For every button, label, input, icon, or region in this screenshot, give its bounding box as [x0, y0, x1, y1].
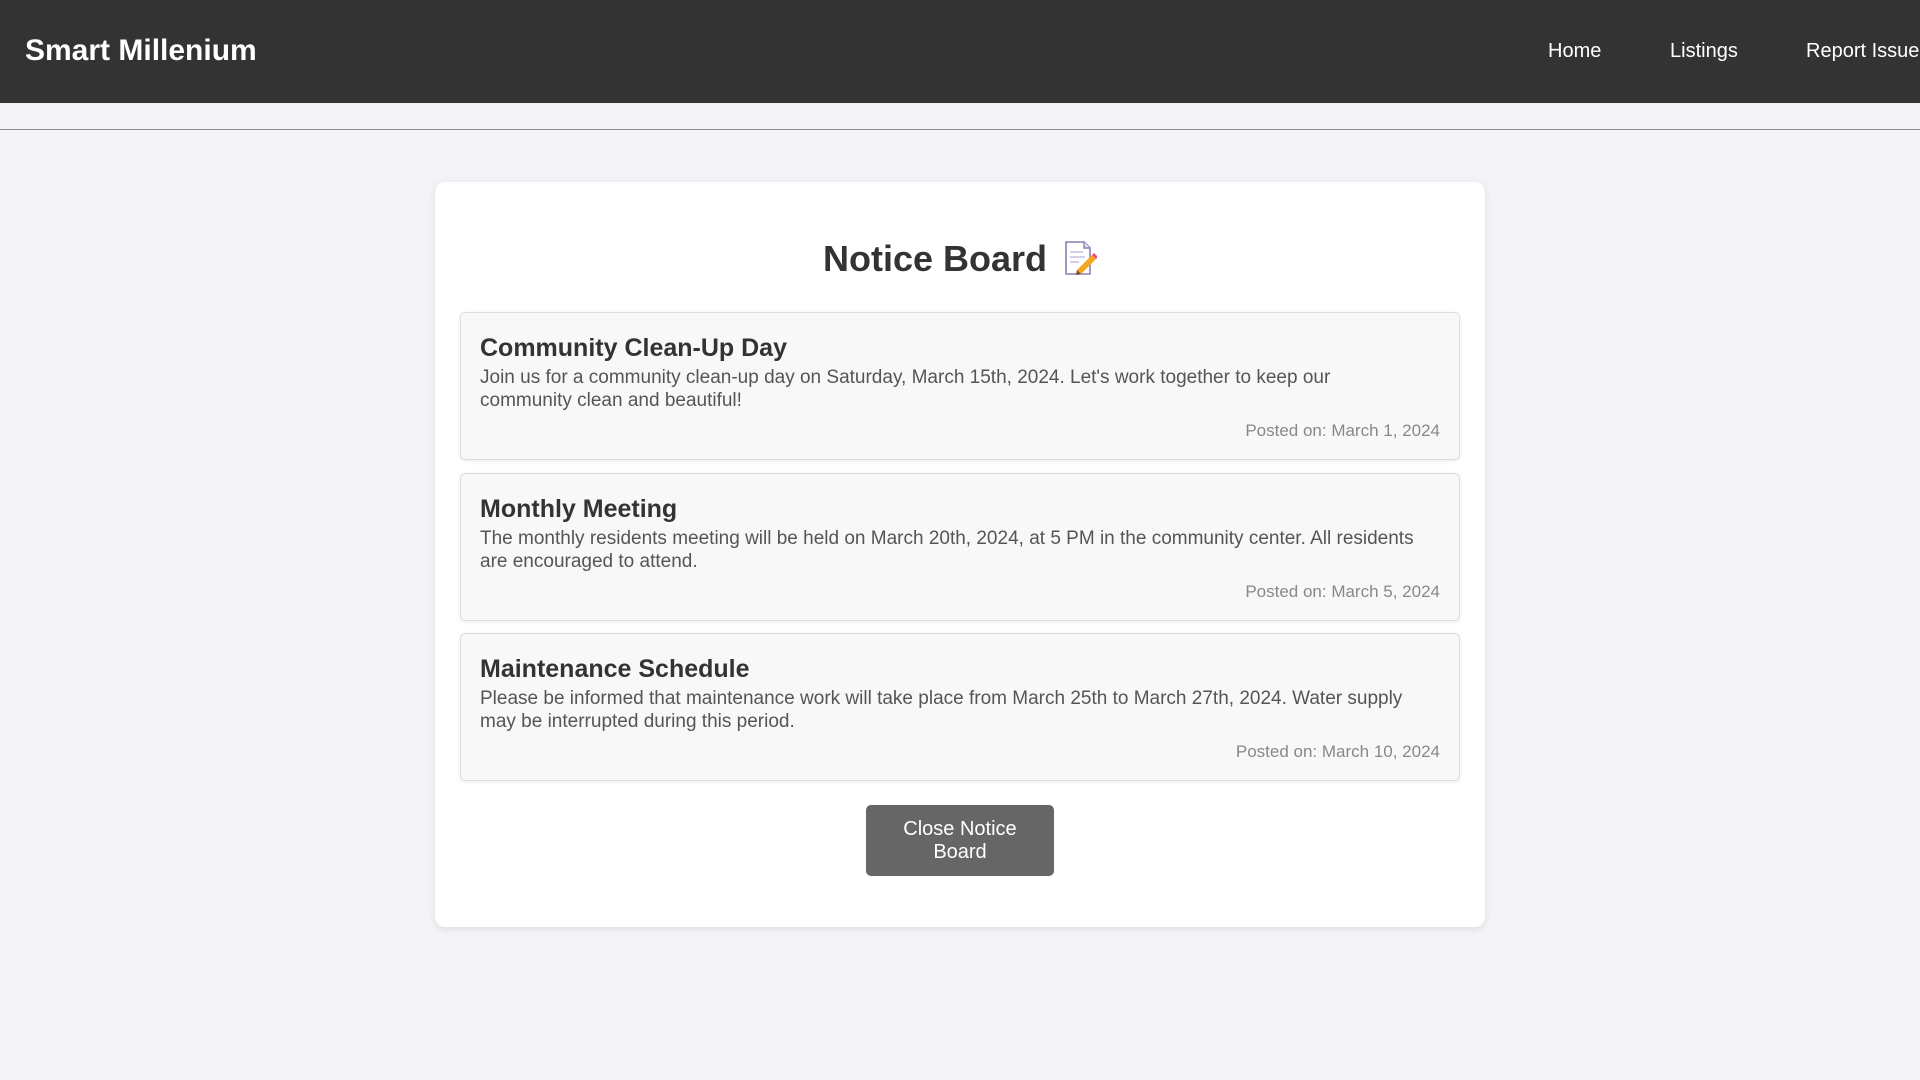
notice-body: The monthly residents meeting will be he… [480, 528, 1414, 572]
notice-title: Monthly Meeting [480, 495, 678, 523]
notice-item: Maintenance Schedule Please be informed … [460, 633, 1460, 781]
notice-item: Community Clean-Up Day Join us for a com… [460, 312, 1460, 460]
notice-title: Community Clean-Up Day [480, 334, 787, 362]
top-navbar: Smart Millenium Home Listings Report Iss… [0, 0, 1920, 103]
nav-link-listings[interactable]: Listings [1670, 38, 1738, 64]
memo-icon [1063, 240, 1099, 276]
close-notice-board-button[interactable]: Close Notice Board [866, 805, 1054, 876]
nav-link-home[interactable]: Home [1548, 38, 1601, 64]
brand-logo[interactable]: Smart Millenium [25, 33, 257, 69]
nav-link-report-issue[interactable]: Report Issue [1806, 38, 1919, 64]
notice-date: Posted on: March 5, 2024 [1245, 582, 1440, 601]
notice-board-title: Notice Board [822, 238, 1048, 279]
notice-board-card: Notice Board Community Clean-Up Day Join… [435, 182, 1485, 927]
notice-body: Join us for a community clean-up day on … [480, 367, 1331, 411]
notice-body: Please be informed that maintenance work… [480, 688, 1403, 732]
divider [0, 129, 1920, 130]
notice-title: Maintenance Schedule [480, 655, 750, 683]
page-title: Notice Board [435, 237, 1485, 281]
notice-date: Posted on: March 1, 2024 [1245, 421, 1440, 440]
notice-item: Monthly Meeting The monthly residents me… [460, 473, 1460, 621]
notice-date: Posted on: March 10, 2024 [1235, 742, 1440, 761]
